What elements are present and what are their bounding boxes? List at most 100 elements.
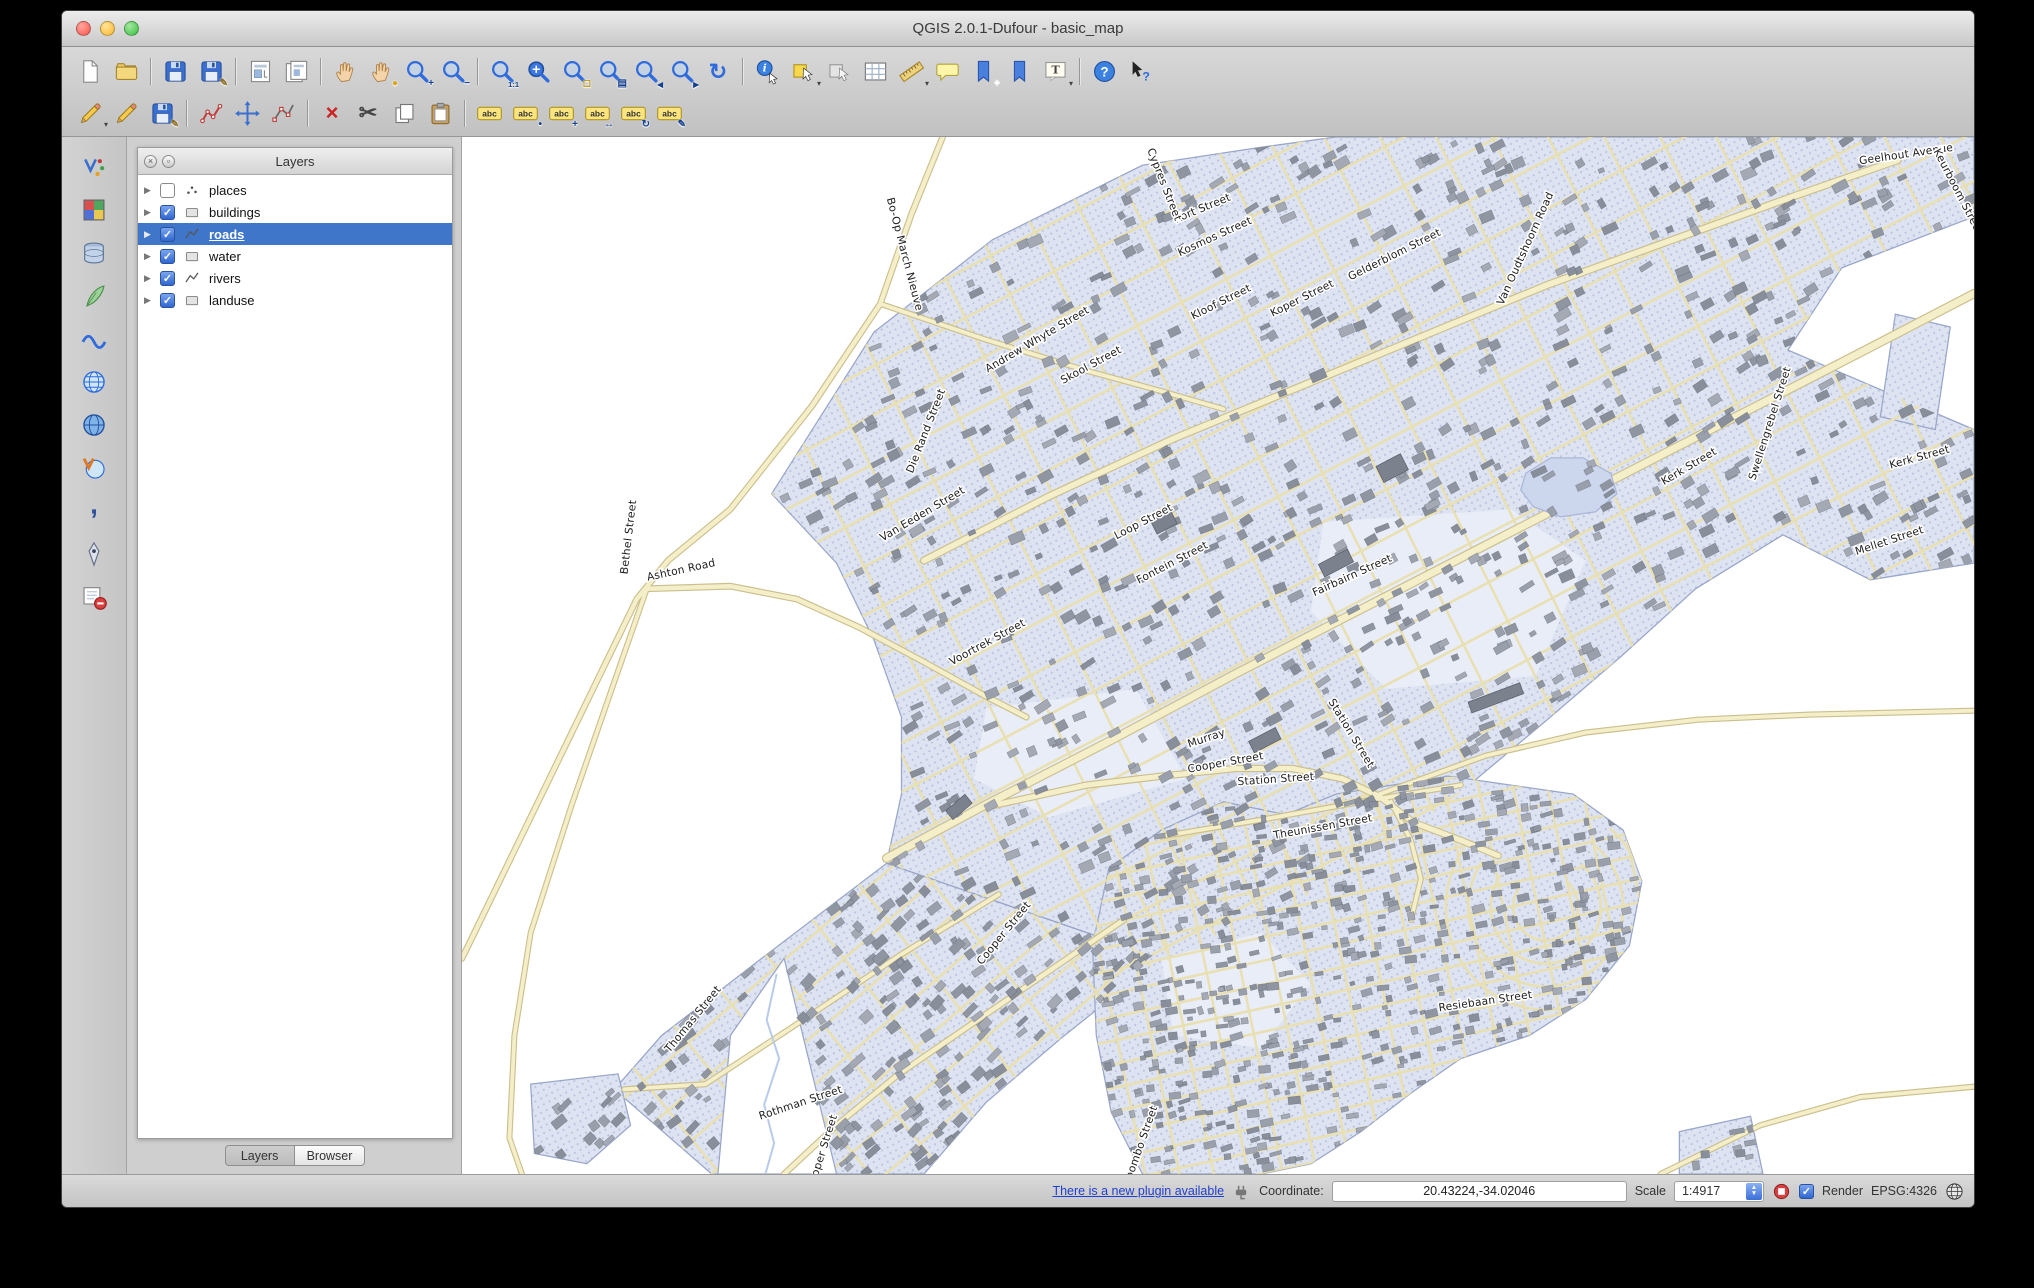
new-shapefile-layer-button[interactable] — [74, 536, 114, 572]
zoom-last-button[interactable]: ◀ — [628, 54, 664, 90]
delete-selected-button[interactable]: × — [314, 95, 350, 131]
layer-checkbox-water[interactable]: ✓ — [160, 249, 175, 264]
toggle-editing-button[interactable] — [108, 95, 144, 131]
add-wfs-layer-button[interactable] — [74, 450, 114, 486]
layer-item-water[interactable]: ▶✓water — [138, 245, 452, 267]
layer-label: landuse — [209, 293, 255, 308]
toolbar-separator — [186, 100, 187, 127]
layer-checkbox-landuse[interactable]: ✓ — [160, 293, 175, 308]
node-tool-button[interactable] — [265, 95, 301, 131]
expand-arrow-icon[interactable]: ▶ — [144, 295, 154, 306]
composer-manager-button[interactable] — [278, 54, 314, 90]
digitizing-label-toolbar: ▾✎×✂•+↔↻✎ — [72, 94, 1964, 132]
zoom-native-button[interactable]: 1:1 — [484, 54, 520, 90]
measure-button[interactable]: ▾ — [893, 54, 929, 90]
panel-close-icon[interactable]: × — [144, 155, 157, 168]
pan-map-button[interactable] — [327, 54, 363, 90]
add-delimited-text-layer-button[interactable] — [74, 493, 114, 529]
new-print-composer-button[interactable] — [242, 54, 278, 90]
epsg-status: EPSG:4326 — [1871, 1184, 1937, 1198]
new-bookmark-button[interactable]: + — [965, 54, 1001, 90]
render-checkbox[interactable]: ✓ — [1799, 1184, 1814, 1199]
tab-layers[interactable]: Layers — [225, 1145, 295, 1166]
layer-line-icon — [181, 270, 203, 287]
zoom-button[interactable] — [124, 21, 139, 36]
add-postgis-layer-button[interactable] — [74, 235, 114, 271]
layer-item-places[interactable]: ▶places — [138, 179, 452, 201]
layer-item-landuse[interactable]: ▶ ✓ landuse — [138, 289, 452, 311]
zoom-next-button[interactable]: ▶ — [664, 54, 700, 90]
tab-browser[interactable]: Browser — [295, 1145, 366, 1166]
layer-checkbox-rivers[interactable]: ✓ — [160, 271, 175, 286]
map-canvas[interactable]: Geelhout AvenueKeurboom StreetBo-Op Marc… — [462, 137, 1974, 1174]
new-project-button[interactable] — [72, 54, 108, 90]
layers-panel: × ▫ Layers ▶places▶✓buildings▶✓roads▶✓wa… — [137, 147, 453, 1139]
minimize-button[interactable] — [100, 21, 115, 36]
expand-arrow-icon[interactable]: ▶ — [144, 207, 154, 218]
zoom-out-button[interactable]: − — [435, 54, 471, 90]
save-project-as-button[interactable]: ✎ — [193, 54, 229, 90]
copy-features-button[interactable] — [386, 95, 422, 131]
label-pin-unpin-button[interactable]: • — [507, 95, 543, 131]
crs-status-icon[interactable] — [1945, 1182, 1964, 1201]
add-vector-layer-button[interactable] — [74, 149, 114, 185]
add-raster-layer-button[interactable] — [74, 192, 114, 228]
paste-features-button[interactable] — [422, 95, 458, 131]
dropdown-arrow-icon[interactable]: ▾ — [1069, 79, 1073, 88]
expand-arrow-icon[interactable]: ▶ — [144, 251, 154, 262]
move-label-button[interactable]: ↔ — [579, 95, 615, 131]
zoom-in-button[interactable]: + — [399, 54, 435, 90]
toolbar-area: ✎●+−1:1◻▤◀▶↻▾▾+▾ ▾✎×✂•+↔↻✎ — [62, 47, 1974, 137]
stop-rendering-icon[interactable] — [1772, 1182, 1791, 1201]
deselect-features-button[interactable] — [821, 54, 857, 90]
refresh-map-button[interactable]: ↻ — [700, 54, 736, 90]
layer-checkbox-buildings[interactable]: ✓ — [160, 205, 175, 220]
whats-this-button[interactable] — [1122, 54, 1158, 90]
save-layer-edits-button[interactable]: ✎ — [144, 95, 180, 131]
layer-item-rivers[interactable]: ▶✓rivers — [138, 267, 452, 289]
remove-layer-button[interactable] — [74, 579, 114, 615]
layer-item-roads[interactable]: ▶✓roads — [138, 223, 452, 245]
highlight-labels-button[interactable]: + — [543, 95, 579, 131]
layer-line-icon — [181, 226, 203, 243]
select-features-button[interactable]: ▾ — [785, 54, 821, 90]
pan-to-selection-button[interactable]: ● — [363, 54, 399, 90]
scale-combo[interactable]: 1:4917 ▲▼ — [1674, 1181, 1764, 1202]
open-project-button[interactable] — [108, 54, 144, 90]
expand-arrow-icon[interactable]: ▶ — [144, 229, 154, 240]
show-bookmarks-button[interactable] — [1001, 54, 1037, 90]
move-feature-button[interactable] — [229, 95, 265, 131]
close-button[interactable] — [76, 21, 91, 36]
cut-features-button[interactable]: ✂ — [350, 95, 386, 131]
save-project-button[interactable] — [157, 54, 193, 90]
add-mssql-layer-button[interactable] — [74, 321, 114, 357]
layer-checkbox-places[interactable] — [160, 183, 175, 198]
new-plugin-link[interactable]: There is a new plugin available — [1052, 1184, 1224, 1198]
help-button[interactable] — [1086, 54, 1122, 90]
add-spatialite-layer-button[interactable] — [74, 278, 114, 314]
coordinate-input[interactable] — [1332, 1181, 1627, 1202]
scale-label: Scale — [1635, 1184, 1666, 1198]
identify-features-button[interactable] — [749, 54, 785, 90]
add-feature-button[interactable] — [193, 95, 229, 131]
expand-arrow-icon[interactable]: ▶ — [144, 185, 154, 196]
map-tips-button[interactable] — [929, 54, 965, 90]
zoom-full-button[interactable] — [520, 54, 556, 90]
zoom-to-selection-button[interactable]: ◻ — [556, 54, 592, 90]
title-bar[interactable]: QGIS 2.0.1-Dufour - basic_map — [62, 11, 1974, 47]
combo-arrows-icon[interactable]: ▲▼ — [1746, 1183, 1762, 1200]
layer-labeling-options-button[interactable] — [471, 95, 507, 131]
add-wms-layer-button[interactable] — [74, 364, 114, 400]
zoom-to-layer-button[interactable]: ▤ — [592, 54, 628, 90]
open-attribute-table-button[interactable] — [857, 54, 893, 90]
expand-arrow-icon[interactable]: ▶ — [144, 273, 154, 284]
current-edits-button[interactable]: ▾ — [72, 95, 108, 131]
layer-item-buildings[interactable]: ▶✓buildings — [138, 201, 452, 223]
change-label-properties-button[interactable]: ✎ — [651, 95, 687, 131]
text-annotation-button[interactable]: ▾ — [1037, 54, 1073, 90]
rotate-label-button[interactable]: ↻ — [615, 95, 651, 131]
add-wcs-layer-button[interactable] — [74, 407, 114, 443]
panel-float-icon[interactable]: ▫ — [162, 155, 175, 168]
label-pin-unpin-overlay-icon: • — [538, 119, 542, 130]
layer-checkbox-roads[interactable]: ✓ — [160, 227, 175, 242]
